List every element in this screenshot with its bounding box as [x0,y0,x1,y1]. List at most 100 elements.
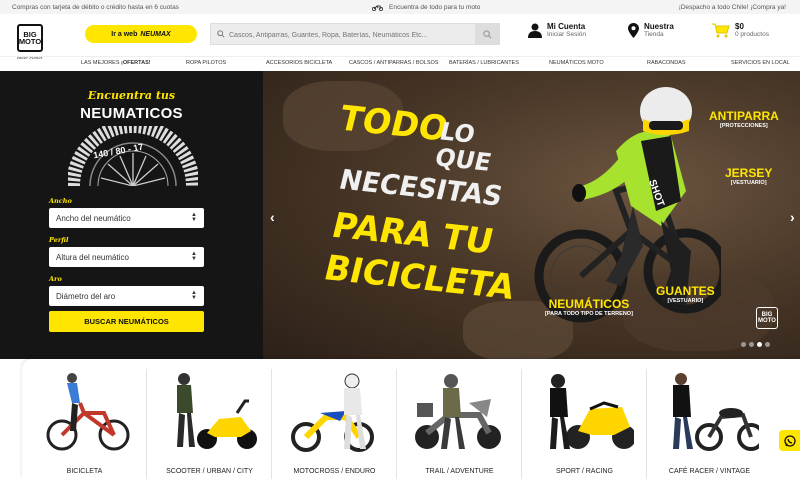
nav-item-ropa-pilotos[interactable]: ROPA PILOTOS [186,60,226,66]
cafe-racer-image [673,373,759,451]
store-subtitle: Tienda [644,31,664,38]
perfil-select[interactable]: Altura del neumático ▲ ▼ [49,247,204,267]
next-slide-arrow-icon[interactable]: › [790,209,795,225]
hero-logo-line2: MOTO [758,318,776,324]
adventure-bike-image [415,374,501,449]
category-strip: BICICLETA SCOOTER / URBAN / CITY MOTOCRO… [22,359,800,479]
select-arrows-icon: ▲ ▼ [191,251,197,262]
tire-finder-panel: Encuentra tus NEUMATICOS 140 / 80 - 17 A… [0,71,263,359]
cart-total: $0 [735,22,744,31]
hero-text-que: QUE [432,143,495,177]
slider-dot[interactable] [741,342,746,347]
neumax-web-button[interactable]: Ir a web NEUMAX [85,25,197,43]
search-button[interactable] [475,24,499,44]
select-arrows-icon: ▲ ▼ [191,290,197,301]
store-link[interactable]: Nuestra Tienda [628,22,674,38]
hero-bigmoto-logo: BIG MOTO [756,307,778,329]
main-nav: LAS MEJORES ¡OFERTAS! ROPA PILOTOS ACCES… [0,56,800,69]
topbar-shipping-text[interactable]: ¡Despacho a todo Chile! ¡Compra ya! [679,4,786,11]
whatsapp-button[interactable] [779,430,800,451]
store-title: Nuestra [644,22,674,31]
select-arrows-icon: ▲ ▼ [191,212,197,223]
map-pin-icon [628,22,639,38]
nav-item-neumaticos-moto[interactable]: NEUMÁTICOS MOTO [549,60,604,66]
nav-item-cascos[interactable]: CASCOS / ANTIPARRAS / BOLSOS [349,60,438,66]
sport-bike-image [550,374,634,449]
logo-line2: MOTO [18,37,42,46]
aro-label: Aro [49,275,62,283]
nav-ofertas-bold: ¡OFERTAS! [121,60,151,66]
tag-guantes-sub: [VESTUARIO] [667,298,704,304]
category-label: MOTOCROSS / ENDURO [293,468,376,475]
nav-ofertas-pre: LAS MEJORES [81,60,122,66]
finder-title: NEUMATICOS [80,105,183,122]
search-icon [482,29,491,38]
category-trail[interactable]: TRAIL / ADVENTURE [397,369,522,479]
category-bicicleta[interactable]: BICICLETA [22,369,147,479]
motorcycle-icon [372,5,383,11]
cart-link[interactable]: $0 0 productos [712,22,769,38]
slider-dot[interactable] [749,342,754,347]
hero-tag-guantes: GUANTES [VESTUARIO] [656,284,715,304]
finder-title-script: Encuentra tus [87,89,176,102]
ancho-select[interactable]: Ancho del neumático ▲ ▼ [49,208,204,228]
slider-dot[interactable] [765,342,770,347]
topbar-center-text: Encuentra de todo para tu moto [389,3,481,11]
account-title: Mi Cuenta [547,22,586,31]
tag-neumaticos-sub: [PARA TODO TIPO DE TERRENO] [545,311,633,317]
tag-neumaticos-title: NEUMÁTICOS [548,297,630,311]
hero-banner[interactable]: SHOT TODO LO QUE NECESITAS PARA TU BICIC… [263,71,800,359]
perfil-select-value: Altura del neumático [56,252,129,262]
nav-item-ofertas[interactable]: LAS MEJORES ¡OFERTAS! [81,60,151,66]
search-bar [210,23,500,46]
nav-item-rabacondas[interactable]: RABACONDAS [647,60,686,66]
category-sport[interactable]: SPORT / RACING [522,369,647,479]
slider-dot-active[interactable] [757,342,762,347]
account-link[interactable]: Mi Cuenta Iniciar Sesión [528,22,586,38]
category-label: BICICLETA [66,468,103,475]
slider-dots [741,342,770,347]
user-icon [528,23,542,38]
tag-antiparra-sub: [PROTECCIONES] [720,123,768,129]
bigmoto-logo[interactable]: BIG MOTO [17,24,43,52]
hero-text-todo: TODO [335,98,453,150]
whatsapp-icon [783,434,796,447]
perfil-label: Perfil [49,236,69,244]
aro-select[interactable]: Diámetro del aro ▲ ▼ [49,286,204,306]
nav-item-baterias[interactable]: BATERÍAS / LUBRICANTES [449,60,519,66]
category-scooter[interactable]: SCOOTER / URBAN / CITY [147,369,272,479]
neumax-brand: NEUMAX [140,30,171,38]
category-label: CAFÉ RACER / VINTAGE [668,468,751,475]
site-header: BIG MOTO Rider Planet Ir a web NEUMAX Mi… [0,14,800,60]
nav-item-accesorios-bicicleta[interactable]: ACCESORIOS BICICLETA [266,60,332,66]
neumax-prefix: Ir a web [111,30,138,38]
category-motocross[interactable]: MOTOCROSS / ENDURO [272,369,397,479]
category-cafe-racer[interactable]: CAFÉ RACER / VINTAGE [647,369,772,479]
cart-icon [712,23,730,37]
nav-item-servicios[interactable]: SERVICIOS EN LOCAL [731,60,790,66]
cart-count: 0 productos [735,31,769,38]
ancho-select-value: Ancho del neumático [56,213,131,223]
aro-select-value: Diámetro del aro [56,291,116,301]
topbar-installments-text: Compras con tarjeta de débito o crédito … [12,3,179,11]
ancho-label: Ancho [49,197,72,205]
tag-jersey-sub: [VESTUARIO] [730,180,767,186]
hero-tag-neumaticos: NEUMÁTICOS [PARA TODO TIPO DE TERRENO] [545,297,633,317]
search-icon [217,30,225,38]
category-label: SCOOTER / URBAN / CITY [166,468,253,475]
tag-guantes-title: GUANTES [656,284,715,298]
top-info-bar: Compras con tarjeta de débito o crédito … [0,0,800,14]
bicycle-image [46,373,130,451]
buscar-neumaticos-button[interactable]: BUSCAR NEUMÁTICOS [49,311,204,332]
hero-tag-antiparra: ANTIPARRA [PROTECCIONES] [709,109,779,129]
prev-slide-arrow-icon[interactable]: ‹ [270,209,275,225]
tag-jersey-title: JERSEY [725,166,773,180]
topbar-center: Encuentra de todo para tu moto [372,4,480,11]
search-input[interactable] [211,25,471,46]
motocross-bike-image [291,373,374,452]
tag-antiparra-title: ANTIPARRA [709,109,779,123]
scooter-image [177,373,257,449]
category-label: TRAIL / ADVENTURE [425,468,494,475]
category-label: SPORT / RACING [556,468,613,475]
account-subtitle: Iniciar Sesión [547,31,587,38]
